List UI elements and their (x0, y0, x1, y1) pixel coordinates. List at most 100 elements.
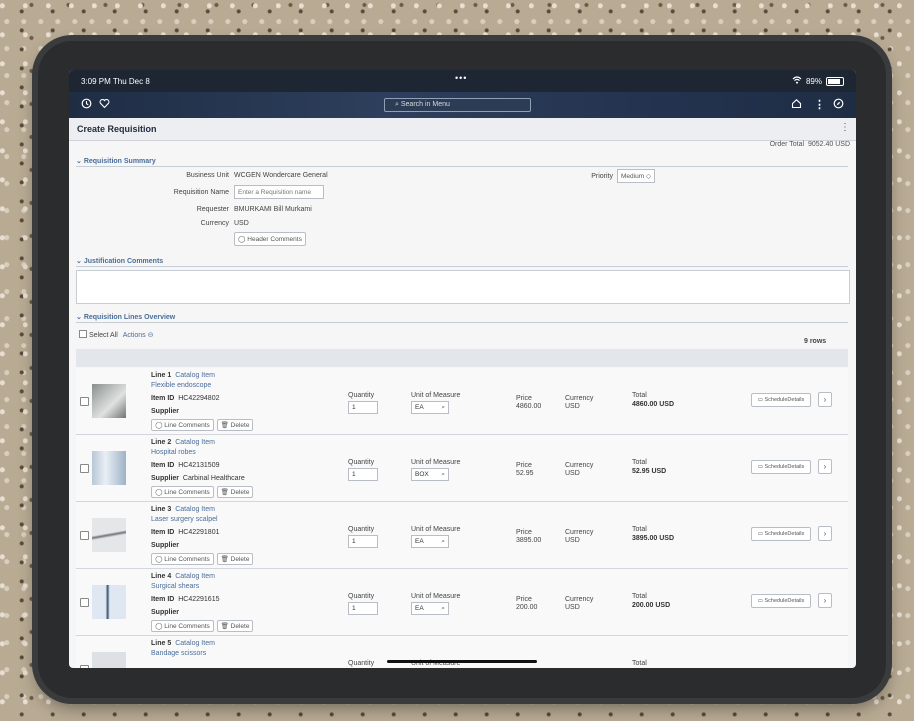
item-image-endoscope[interactable] (92, 384, 126, 418)
requisition-line-row: Line 2 Catalog Item Hospital robes Item I… (76, 435, 848, 502)
line-comments-label: Line Comments (164, 556, 210, 563)
justification-heading[interactable]: ⌄ Justification Comments (76, 257, 163, 265)
line-comments-label: Line Comments (164, 623, 210, 630)
calendar-icon: ▭ (757, 464, 763, 470)
item-description-link[interactable]: Bandage scissors (151, 650, 206, 657)
header-comments-button[interactable]: ◯ Header Comments (234, 232, 306, 246)
quantity-input[interactable]: 1 (348, 468, 378, 481)
line-title: Line 1 Catalog Item (151, 372, 215, 379)
row-detail-chevron-icon[interactable]: › (818, 593, 832, 608)
summary-heading[interactable]: ⌄ Requisition Summary (76, 157, 156, 165)
schedule-details-button[interactable]: ▭ ScheduleDetails (751, 594, 811, 608)
favorites-heart-icon[interactable] (99, 98, 110, 112)
item-id: Item ID HC42291801 (151, 529, 220, 536)
comment-icon: ◯ (155, 422, 163, 429)
priority-select[interactable]: Medium ◇ (617, 169, 655, 183)
item-description-link[interactable]: Laser surgery scalpel (151, 516, 218, 523)
lines-overview-heading[interactable]: ⌄ Requisition Lines Overview (76, 313, 175, 321)
line-comments-label: Line Comments (164, 422, 210, 429)
justification-textarea[interactable] (76, 270, 850, 304)
supplier-label: Supplier (151, 542, 180, 549)
delete-button[interactable]: 🗑 Delete (217, 620, 253, 632)
quantity-input[interactable]: 1 (348, 602, 378, 615)
search-icon[interactable]: ⌕ (441, 603, 445, 615)
quantity-input[interactable]: 1 (348, 535, 378, 548)
search-icon[interactable]: ⌕ (441, 402, 445, 414)
delete-button[interactable]: 🗑 Delete (217, 486, 253, 498)
currency-label: Currency (565, 462, 594, 469)
summary-heading-text: Requisition Summary (83, 158, 156, 165)
line-comments-button[interactable]: ◯ Line Comments (151, 486, 214, 498)
search-placeholder: Search in Menu (400, 101, 450, 108)
select-all-checkbox[interactable] (79, 330, 87, 338)
schedule-details-button[interactable]: ▭ ScheduleDetails (751, 393, 811, 407)
uom-input[interactable]: BOX ⌕ (411, 468, 449, 481)
item-description-link[interactable]: Hospital robes (151, 449, 196, 456)
search-icon[interactable]: ⌕ (441, 536, 445, 548)
line-comments-button[interactable]: ◯ Line Comments (151, 620, 214, 632)
requisition-line-row: Line 1 Catalog Item Flexible endoscope It… (76, 368, 848, 435)
uom-input[interactable]: EA ⌕ (411, 401, 449, 414)
delete-button[interactable]: 🗑 Delete (217, 553, 253, 565)
row-checkbox[interactable] (80, 531, 89, 540)
history-icon[interactable] (81, 98, 92, 112)
item-image-bandage-scissors[interactable] (92, 652, 126, 668)
wifi-icon (792, 76, 802, 86)
comment-icon: ◯ (238, 236, 246, 243)
ipad-device: 3:09 PM Thu Dec 8 ••• 89% ⌕ Search in Me… (38, 41, 886, 698)
search-input[interactable]: ⌕ Search in Menu (384, 98, 531, 112)
line-comments-button[interactable]: ◯ Line Comments (151, 553, 214, 565)
item-id-label: Item ID (151, 395, 175, 402)
item-id-value: HC42131509 (178, 462, 220, 469)
requisition-name-input[interactable]: Enter a Requisition name (234, 185, 324, 199)
item-id: Item ID HC42294802 (151, 395, 220, 402)
home-indicator[interactable] (387, 660, 537, 663)
row-detail-chevron-icon[interactable]: › (818, 526, 832, 541)
price-value: 3895.00 (516, 537, 542, 544)
line-comments-button[interactable]: ◯ Line Comments (151, 419, 214, 431)
item-description-link[interactable]: Flexible endoscope (151, 382, 211, 389)
row-checkbox[interactable] (80, 665, 89, 668)
select-all[interactable]: Select All Actions ⊝ (79, 330, 154, 339)
more-actions-icon[interactable]: ⋮ (814, 98, 825, 111)
divider (76, 266, 848, 267)
actions-menu[interactable]: Actions (123, 332, 146, 339)
line-title: Line 2 Catalog Item (151, 439, 215, 446)
row-detail-chevron-icon[interactable]: › (818, 392, 832, 407)
page-title: Create Requisition (77, 124, 157, 134)
row-checkbox[interactable] (80, 598, 89, 607)
price-label: Price (516, 529, 532, 536)
top-nav: ⌕ Search in Menu ⋮ (69, 92, 856, 118)
line-title: Line 3 Catalog Item (151, 506, 215, 513)
total-value: 4860.00 USD (632, 401, 675, 408)
actions-chevron-icon: ⊝ (147, 332, 154, 339)
multitasking-dots[interactable]: ••• (455, 73, 467, 83)
quantity-label: Quantity (348, 526, 375, 533)
quantity-input[interactable]: 1 (348, 401, 378, 414)
uom-input[interactable]: EA ⌕ (411, 602, 449, 615)
item-image-robes[interactable] (92, 451, 126, 485)
row-detail-chevron-icon[interactable]: › (818, 459, 832, 474)
delete-button[interactable]: 🗑 Delete (217, 419, 253, 431)
item-image-scalpel[interactable] (92, 518, 126, 552)
schedule-details-button[interactable]: ▭ ScheduleDetails (751, 460, 811, 474)
search-icon[interactable]: ⌕ (441, 469, 445, 481)
page-more-icon[interactable]: ⋮ (840, 122, 850, 133)
price-value: 52.95 (516, 470, 534, 477)
collapse-chevron-icon: ⌄ (76, 258, 82, 265)
supplier: Supplier (151, 408, 181, 415)
line-title: Line 4 Catalog Item (151, 573, 215, 580)
home-icon[interactable] (791, 98, 802, 112)
row-checkbox[interactable] (80, 464, 89, 473)
supplier-label: Supplier (151, 609, 180, 616)
uom-input[interactable]: EA ⌕ (411, 535, 449, 548)
requisition-line-row: Line 3 Catalog Item Laser surgery scalpel… (76, 502, 848, 569)
item-image-shears[interactable] (92, 585, 126, 619)
schedule-details-button[interactable]: ▭ ScheduleDetails (751, 527, 811, 541)
uom-value: EA (415, 538, 424, 545)
schedule-details-label: ScheduleDetails (764, 464, 805, 470)
item-description-link[interactable]: Surgical shears (151, 583, 199, 590)
row-checkbox[interactable] (80, 397, 89, 406)
status-bar: 3:09 PM Thu Dec 8 ••• 89% (69, 70, 856, 92)
navbar-compass-icon[interactable] (833, 98, 844, 112)
